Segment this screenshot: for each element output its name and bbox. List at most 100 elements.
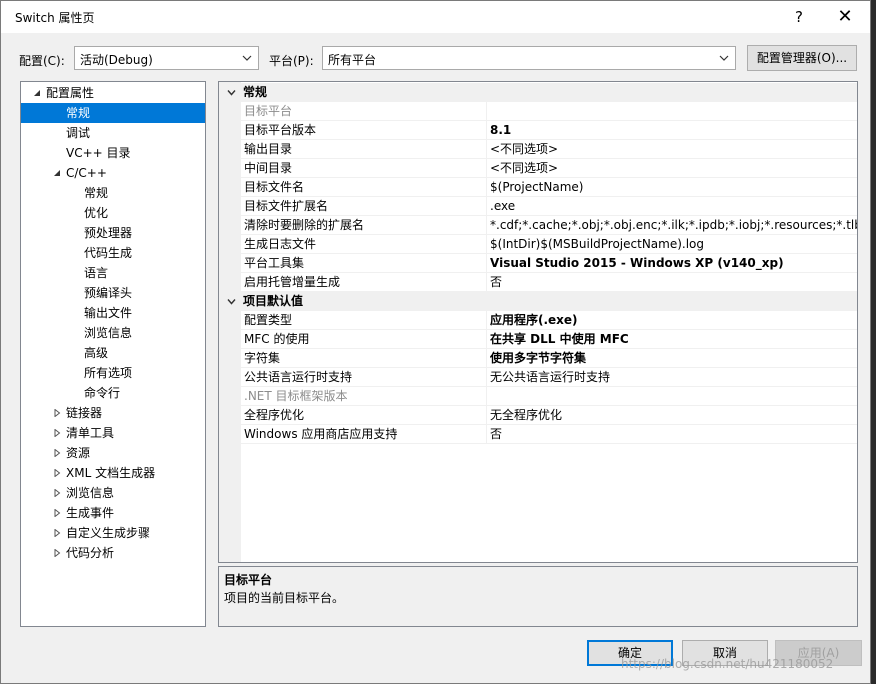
property-value[interactable]: <不同选项>: [490, 159, 857, 178]
grid-property-row[interactable]: 中间目录 <不同选项>: [219, 159, 857, 178]
tree-collapsed-icon[interactable]: [53, 489, 61, 497]
tree-item[interactable]: 资源: [21, 443, 205, 463]
tree-collapsed-icon[interactable]: [53, 409, 61, 417]
grid-property-row[interactable]: 输出目录 <不同选项>: [219, 140, 857, 159]
column-divider: [486, 387, 487, 406]
grid-category[interactable]: 常规: [219, 83, 857, 102]
tree-collapsed-icon[interactable]: [53, 549, 61, 557]
property-value[interactable]: Visual Studio 2015 - Windows XP (v140_xp…: [490, 254, 857, 273]
tree-item[interactable]: VC++ 目录: [21, 143, 205, 163]
grid-property-row[interactable]: 启用托管增量生成 否: [219, 273, 857, 292]
tree-collapsed-icon[interactable]: [53, 449, 61, 457]
grid-property-row[interactable]: 目标文件名 $(ProjectName): [219, 178, 857, 197]
tree-item[interactable]: 预编译头: [21, 283, 205, 303]
property-value[interactable]: *.cdf;*.cache;*.obj;*.obj.enc;*.ilk;*.ip…: [490, 216, 857, 235]
grid-property-row[interactable]: 目标平台: [219, 102, 857, 121]
property-value[interactable]: .exe: [490, 197, 857, 216]
tree-item-label: 自定义生成步骤: [66, 526, 151, 540]
close-button[interactable]: ✕: [827, 5, 863, 29]
tree-item[interactable]: 常规: [21, 103, 205, 123]
tree-item[interactable]: 代码分析: [21, 543, 205, 563]
tree-item-label: 命令行: [84, 386, 121, 400]
property-value[interactable]: 8.1: [490, 121, 857, 140]
chevron-down-icon[interactable]: [227, 297, 236, 306]
tree-item[interactable]: 浏览信息: [21, 323, 205, 343]
grid-property-row[interactable]: 公共语言运行时支持 无公共语言运行时支持: [219, 368, 857, 387]
grid-property-row[interactable]: 目标平台版本 8.1: [219, 121, 857, 140]
chevron-down-icon: [719, 55, 729, 61]
property-value[interactable]: 在共享 DLL 中使用 MFC: [490, 330, 857, 349]
grid-property-row[interactable]: 目标文件扩展名 .exe: [219, 197, 857, 216]
property-value[interactable]: 无全程序优化: [490, 406, 857, 425]
tree-item[interactable]: 语言: [21, 263, 205, 283]
tree-item[interactable]: C/C++: [21, 163, 205, 183]
property-name: MFC 的使用: [244, 332, 310, 346]
chevron-down-icon: [242, 55, 252, 61]
tree-item[interactable]: 自定义生成步骤: [21, 523, 205, 543]
property-name: 目标平台: [244, 104, 293, 118]
tree-item[interactable]: 输出文件: [21, 303, 205, 323]
tree-collapsed-icon[interactable]: [53, 469, 61, 477]
property-value[interactable]: 应用程序(.exe): [490, 311, 857, 330]
configuration-combo[interactable]: 活动(Debug): [74, 46, 259, 70]
tree-item[interactable]: 浏览信息: [21, 483, 205, 503]
tree-item[interactable]: 生成事件: [21, 503, 205, 523]
property-value[interactable]: 使用多字节字符集: [490, 349, 857, 368]
property-grid[interactable]: 常规 目标平台 目标平台版本 8.1 输出目录 <不同选项> 中间目录 <不同选项> 目标文件名…: [218, 81, 858, 563]
tree-item-label: 所有选项: [84, 366, 133, 380]
tree-collapsed-icon[interactable]: [53, 429, 61, 437]
grid-category-label: 项目默认值: [243, 294, 304, 308]
grid-property-row[interactable]: Windows 应用商店应用支持 否: [219, 425, 857, 444]
watermark: https://blog.csdn.net/hu421180052: [621, 657, 834, 671]
description-text: 项目的当前目标平台。: [224, 591, 345, 605]
grid-property-row[interactable]: MFC 的使用 在共享 DLL 中使用 MFC: [219, 330, 857, 349]
property-value[interactable]: <不同选项>: [490, 140, 857, 159]
tree-item[interactable]: 预处理器: [21, 223, 205, 243]
grid-category[interactable]: 项目默认值: [219, 292, 857, 311]
grid-property-row[interactable]: 配置类型 应用程序(.exe): [219, 311, 857, 330]
grid-property-row[interactable]: 生成日志文件 $(IntDir)$(MSBuildProjectName).log: [219, 235, 857, 254]
tree-collapsed-icon[interactable]: [53, 509, 61, 517]
property-name: 输出目录: [244, 142, 293, 156]
property-value[interactable]: $(IntDir)$(MSBuildProjectName).log: [490, 235, 857, 254]
column-divider: [486, 349, 487, 368]
chevron-down-icon[interactable]: [227, 88, 236, 97]
property-name: 目标文件名: [244, 180, 305, 194]
property-value[interactable]: 否: [490, 273, 857, 292]
description-title: 目标平台: [224, 573, 273, 587]
grid-property-row[interactable]: 字符集 使用多字节字符集: [219, 349, 857, 368]
grid-property-row[interactable]: 全程序优化 无全程序优化: [219, 406, 857, 425]
tree-expanded-icon[interactable]: [53, 169, 61, 177]
tree-item[interactable]: 命令行: [21, 383, 205, 403]
title-bar: Switch 属性页 ? ✕: [1, 1, 870, 33]
tree-item[interactable]: 代码生成: [21, 243, 205, 263]
grid-property-row[interactable]: 平台工具集 Visual Studio 2015 - Windows XP (v1…: [219, 254, 857, 273]
tree-expanded-icon[interactable]: [33, 89, 41, 97]
property-tree[interactable]: 配置属性 常规 调试 VC++ 目录 C/C++ 常规 优化 预处理器 代码生成 语言 预编译头 输出…: [20, 81, 206, 627]
tree-item[interactable]: XML 文档生成器: [21, 463, 205, 483]
help-button[interactable]: ?: [781, 5, 817, 29]
tree-item-label: 常规: [84, 186, 109, 200]
platform-combo[interactable]: 所有平台: [322, 46, 736, 70]
tree-item-label: XML 文档生成器: [66, 466, 156, 480]
tree-item[interactable]: 所有选项: [21, 363, 205, 383]
property-value[interactable]: $(ProjectName): [490, 178, 857, 197]
window-title: Switch 属性页: [15, 11, 95, 25]
configuration-manager-button[interactable]: 配置管理器(O)...: [747, 45, 857, 71]
tree-item-label: 语言: [84, 266, 109, 280]
grid-property-row[interactable]: 清除时要删除的扩展名 *.cdf;*.cache;*.obj;*.obj.enc;…: [219, 216, 857, 235]
tree-item[interactable]: 优化: [21, 203, 205, 223]
tree-item[interactable]: 配置属性: [21, 83, 205, 103]
property-value[interactable]: 无公共语言运行时支持: [490, 368, 857, 387]
column-divider: [486, 121, 487, 140]
tree-item[interactable]: 清单工具: [21, 423, 205, 443]
tree-item-label: 浏览信息: [84, 326, 133, 340]
grid-property-row[interactable]: .NET 目标框架版本: [219, 387, 857, 406]
tree-item[interactable]: 链接器: [21, 403, 205, 423]
property-value[interactable]: 否: [490, 425, 857, 444]
tree-item[interactable]: 高级: [21, 343, 205, 363]
column-divider: [486, 254, 487, 273]
tree-item[interactable]: 调试: [21, 123, 205, 143]
tree-collapsed-icon[interactable]: [53, 529, 61, 537]
tree-item[interactable]: 常规: [21, 183, 205, 203]
